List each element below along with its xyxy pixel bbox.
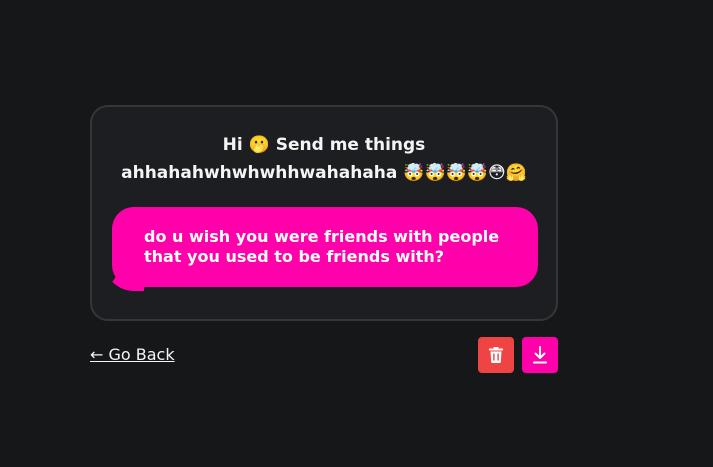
download-button[interactable] xyxy=(522,337,558,373)
delete-button[interactable] xyxy=(478,337,514,373)
card-title: Hi 🫢 Send me things ahhahahwhwhwhhwahaha… xyxy=(121,135,527,183)
trash-icon xyxy=(489,347,503,363)
download-icon xyxy=(533,346,547,364)
message-card: Hi 🫢 Send me things ahhahahwhwhwhhwahaha… xyxy=(90,105,558,321)
message-text: do u wish you were friends with people t… xyxy=(144,227,500,266)
go-back-link[interactable]: ← Go Back xyxy=(90,345,175,364)
